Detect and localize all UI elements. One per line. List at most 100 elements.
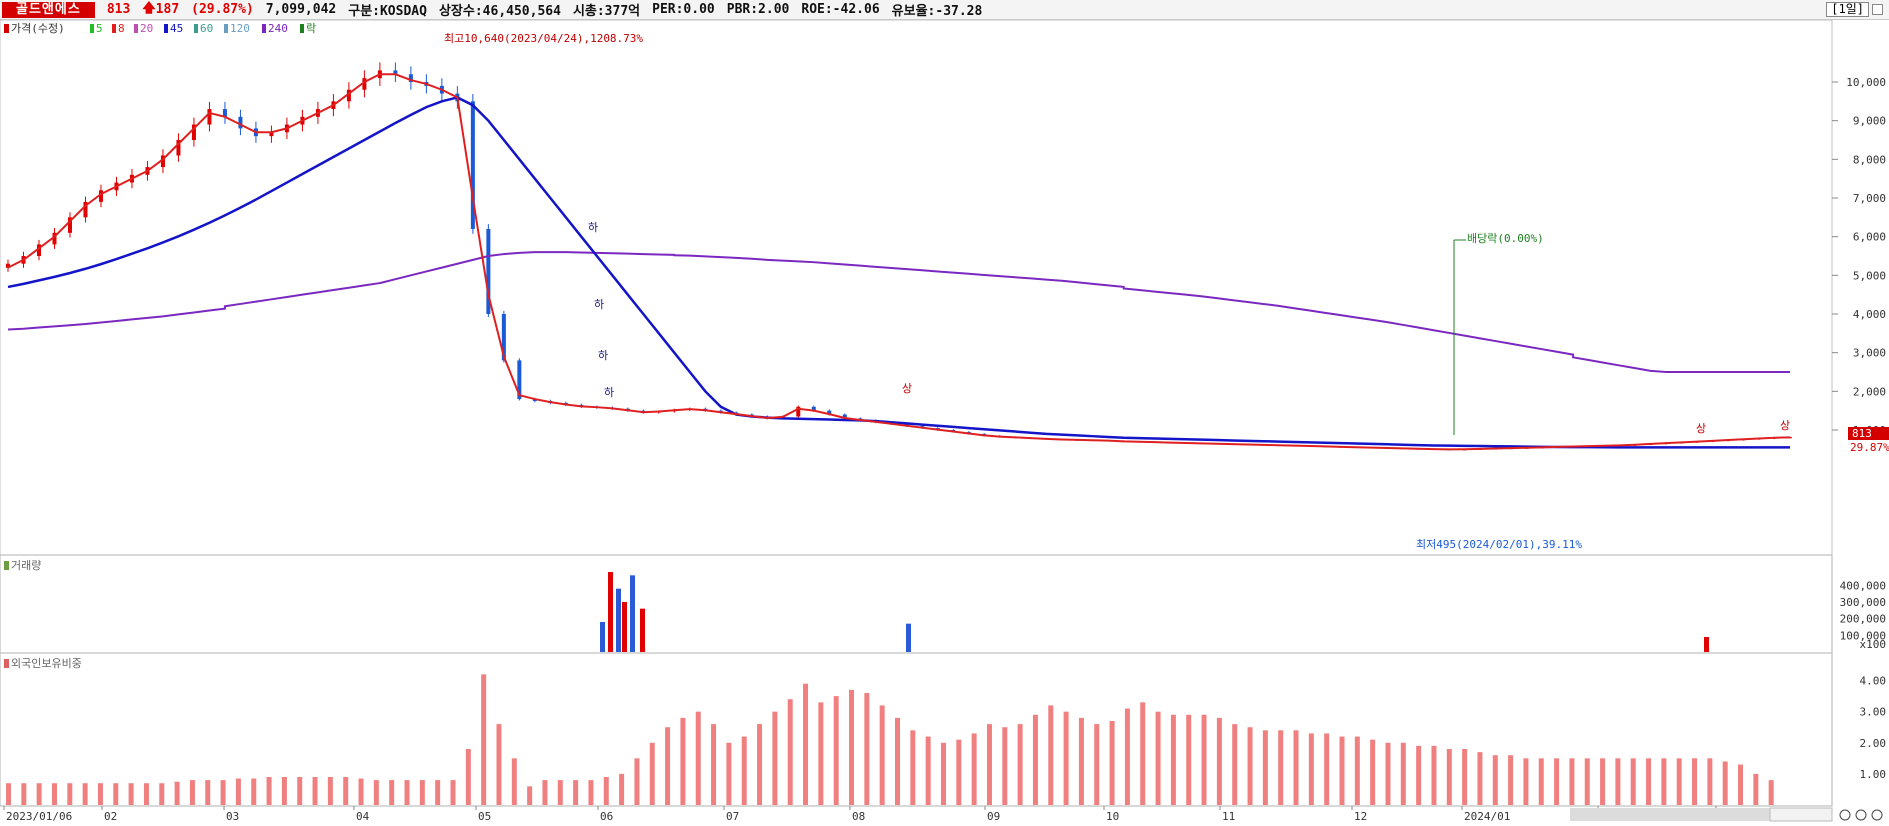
maximize-icon[interactable] xyxy=(1872,4,1883,15)
foreign-ratio-bar[interactable] xyxy=(557,780,563,805)
foreign-ratio-bar[interactable] xyxy=(1615,758,1621,805)
foreign-ratio-bar[interactable] xyxy=(1707,758,1713,805)
foreign-ratio-bar[interactable] xyxy=(1630,758,1636,805)
foreign-ratio-bar[interactable] xyxy=(1676,758,1682,805)
volume-bar[interactable] xyxy=(622,602,627,652)
volume-bar[interactable] xyxy=(640,608,645,652)
stock-name[interactable]: 골드앤에스 xyxy=(2,1,95,18)
foreign-ratio-bar[interactable] xyxy=(542,780,548,805)
foreign-ratio-bar[interactable] xyxy=(113,783,119,805)
foreign-ratio-bar[interactable] xyxy=(971,733,977,805)
foreign-ratio-bar[interactable] xyxy=(803,683,809,805)
foreign-ratio-bar[interactable] xyxy=(649,742,655,805)
foreign-ratio-bar[interactable] xyxy=(695,711,701,805)
foreign-ratio-bar[interactable] xyxy=(435,780,441,805)
foreign-ratio-bar[interactable] xyxy=(128,783,134,805)
foreign-ratio-bar[interactable] xyxy=(389,780,395,805)
foreign-ratio-bar[interactable] xyxy=(1538,758,1544,805)
foreign-ratio-bar[interactable] xyxy=(82,783,88,805)
foreign-ratio-bar[interactable] xyxy=(281,777,287,805)
foreign-ratio-bar[interactable] xyxy=(1738,764,1744,805)
foreign-ratio-bar[interactable] xyxy=(1048,705,1054,805)
foreign-ratio-bar[interactable] xyxy=(51,783,57,805)
foreign-ratio-bar[interactable] xyxy=(1416,745,1422,805)
foreign-ratio-bar[interactable] xyxy=(297,777,303,805)
foreign-ratio-bar[interactable] xyxy=(864,693,870,805)
foreign-ratio-bar[interactable] xyxy=(1692,758,1698,805)
foreign-ratio-bar[interactable] xyxy=(143,783,149,805)
foreign-ratio-bar[interactable] xyxy=(1584,758,1590,805)
foreign-ratio-bar[interactable] xyxy=(619,773,625,805)
foreign-ratio-bar[interactable] xyxy=(680,717,686,805)
foreign-ratio-bar[interactable] xyxy=(1094,724,1100,805)
foreign-ratio-bar[interactable] xyxy=(159,783,165,805)
volume-bar[interactable] xyxy=(630,575,635,652)
foreign-ratio-bar[interactable] xyxy=(1017,724,1023,805)
foreign-ratio-bar[interactable] xyxy=(1554,758,1560,805)
foreign-ratio-bar[interactable] xyxy=(1109,721,1115,805)
foreign-ratio-bar[interactable] xyxy=(6,783,11,805)
volume-bar[interactable] xyxy=(906,623,911,652)
foreign-ratio-bar[interactable] xyxy=(1339,736,1345,805)
foreign-ratio-bar[interactable] xyxy=(496,724,502,805)
foreign-ratio-bar[interactable] xyxy=(1262,730,1268,805)
foreign-ratio-bar[interactable] xyxy=(634,758,640,805)
foreign-ratio-bar[interactable] xyxy=(1400,742,1406,805)
foreign-ratio-bar[interactable] xyxy=(465,749,471,805)
volume-bar[interactable] xyxy=(1704,637,1709,652)
zoom-in-icon[interactable] xyxy=(1855,809,1867,821)
foreign-ratio-bar[interactable] xyxy=(1385,742,1391,805)
foreign-ratio-bar[interactable] xyxy=(910,730,916,805)
foreign-ratio-bar[interactable] xyxy=(1032,714,1038,805)
foreign-ratio-bar[interactable] xyxy=(741,736,747,805)
foreign-ratio-bar[interactable] xyxy=(266,777,272,805)
foreign-ratio-bar[interactable] xyxy=(97,783,103,805)
foreign-ratio-bar[interactable] xyxy=(1293,730,1299,805)
period-button[interactable]: [1일] xyxy=(1826,2,1869,17)
foreign-ratio-bar[interactable] xyxy=(1600,758,1606,805)
foreign-ratio-bar[interactable] xyxy=(1186,714,1192,805)
foreign-ratio-bar[interactable] xyxy=(205,780,211,805)
foreign-ratio-bar[interactable] xyxy=(1768,780,1774,805)
foreign-ratio-bar[interactable] xyxy=(1247,727,1253,805)
foreign-ratio-bar[interactable] xyxy=(833,696,839,805)
foreign-ratio-bar[interactable] xyxy=(1063,711,1069,805)
foreign-ratio-bar[interactable] xyxy=(573,780,579,805)
volume-bar[interactable] xyxy=(600,622,605,652)
foreign-ratio-bar[interactable] xyxy=(588,780,594,805)
foreign-ratio-bar[interactable] xyxy=(1155,711,1161,805)
foreign-ratio-bar[interactable] xyxy=(1324,733,1330,805)
foreign-ratio-bar[interactable] xyxy=(895,717,900,805)
volume-bar[interactable] xyxy=(616,588,621,652)
foreign-ratio-bar[interactable] xyxy=(849,689,855,805)
foreign-ratio-bar[interactable] xyxy=(772,711,778,805)
foreign-ratio-bar[interactable] xyxy=(1002,727,1008,805)
zoom-reset-icon[interactable] xyxy=(1871,809,1883,821)
foreign-ratio-bar[interactable] xyxy=(527,786,533,805)
horizontal-scrollbar[interactable] xyxy=(1570,808,1770,821)
foreign-ratio-bar[interactable] xyxy=(189,780,195,805)
foreign-ratio-bar[interactable] xyxy=(1278,730,1284,805)
foreign-ratio-bar[interactable] xyxy=(1462,749,1468,805)
foreign-ratio-bar[interactable] xyxy=(726,742,732,805)
foreign-ratio-bar[interactable] xyxy=(312,777,318,805)
foreign-ratio-bar[interactable] xyxy=(1661,758,1667,805)
foreign-ratio-bar[interactable] xyxy=(818,702,824,805)
candle[interactable] xyxy=(207,109,212,125)
foreign-ratio-bar[interactable] xyxy=(36,783,42,805)
foreign-ratio-bar[interactable] xyxy=(373,780,379,805)
foreign-ratio-bar[interactable] xyxy=(1124,708,1130,805)
foreign-ratio-bar[interactable] xyxy=(358,778,364,805)
foreign-ratio-bar[interactable] xyxy=(1078,717,1084,805)
volume-bar[interactable] xyxy=(608,572,613,652)
foreign-ratio-bar[interactable] xyxy=(235,778,241,805)
foreign-ratio-bar[interactable] xyxy=(757,724,763,805)
foreign-ratio-bar[interactable] xyxy=(67,783,73,805)
zoom-slider[interactable] xyxy=(1769,807,1833,822)
foreign-ratio-bar[interactable] xyxy=(925,736,931,805)
stock-chart[interactable]: 1,0002,0003,0004,0005,0006,0007,0008,000… xyxy=(0,20,1889,826)
foreign-ratio-bar[interactable] xyxy=(603,777,609,805)
foreign-ratio-bar[interactable] xyxy=(511,758,517,805)
foreign-ratio-bar[interactable] xyxy=(1232,724,1238,805)
foreign-ratio-bar[interactable] xyxy=(1354,736,1360,805)
